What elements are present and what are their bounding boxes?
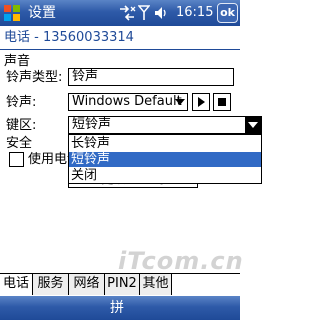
window-title: 设置: [28, 5, 56, 21]
play-icon: [198, 97, 205, 107]
input-method-button[interactable]: 拼: [110, 300, 124, 316]
keypad-select[interactable]: 短铃声: [68, 116, 262, 134]
clock[interactable]: 16:15: [176, 5, 213, 21]
page-subtitle: 电话 - 13560033314: [4, 30, 134, 45]
keypad-label: 键区:: [6, 118, 37, 133]
volume-icon[interactable]: [154, 5, 168, 21]
tab-bar: 电话 服务 网络 PIN2 其他: [0, 273, 240, 295]
title-bar: 设置 16:15 ok: [0, 0, 240, 26]
play-button[interactable]: [192, 93, 210, 111]
tab-phone[interactable]: 电话: [0, 274, 33, 295]
watermark-logo: iTcom.cn: [118, 247, 244, 275]
tab-network[interactable]: 网络: [69, 273, 105, 295]
keypad-value: 短铃声: [72, 117, 112, 132]
ringtone-value: Windows Default: [72, 94, 182, 109]
connectivity-icon[interactable]: [118, 5, 136, 21]
windows-start-icon[interactable]: [2, 3, 22, 23]
dropdown-option[interactable]: 关闭: [69, 168, 261, 183]
security-heading: 安全: [6, 136, 33, 151]
keypad-dropdown-list[interactable]: 长铃声 短铃声 关闭: [68, 134, 262, 184]
stop-button[interactable]: [213, 93, 231, 111]
ringtone-label: 铃声:: [6, 95, 37, 110]
keypad-dropdown-toggle[interactable]: [245, 117, 261, 133]
chevron-down-icon: [248, 122, 258, 128]
input-panel-bar: 拼: [0, 296, 240, 320]
ok-button[interactable]: ok: [217, 3, 238, 23]
ringtone-select[interactable]: Windows Default: [68, 93, 188, 111]
dropdown-option-selected[interactable]: 短铃声: [69, 152, 261, 167]
section-sound-heading: 声音: [4, 54, 31, 69]
tab-pin2[interactable]: PIN2: [105, 273, 140, 295]
ringtone-type-value: 铃声: [72, 69, 99, 84]
ringtone-type-label: 铃声类型:: [6, 70, 63, 85]
chevron-down-icon: [175, 99, 185, 105]
stop-icon: [218, 98, 226, 106]
tab-other[interactable]: 其他: [140, 273, 172, 295]
signal-antenna-icon[interactable]: [138, 5, 150, 21]
use-phone-checkbox[interactable]: [9, 152, 24, 167]
dropdown-option[interactable]: 长铃声: [69, 136, 261, 151]
tab-services[interactable]: 服务: [33, 273, 69, 295]
subtitle-divider: [0, 49, 240, 50]
ringtone-type-select[interactable]: 铃声: [68, 68, 234, 86]
